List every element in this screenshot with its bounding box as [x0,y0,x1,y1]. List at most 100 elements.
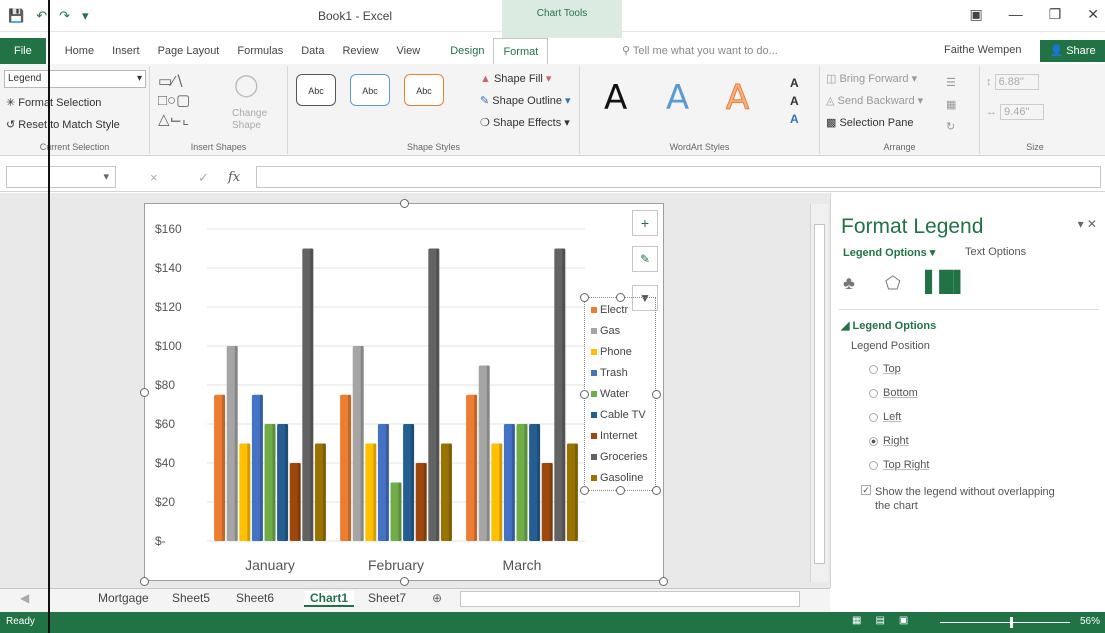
legend-item[interactable]: Cable TV [591,409,646,421]
shapes-gallery[interactable]: ▭⁄∖ □○▢ △⌙⌞ [158,72,190,129]
sheet-tab-mortgage[interactable]: Mortgage [98,591,149,605]
scroll-thumb[interactable] [814,224,825,564]
legend-options-icon[interactable]: ▌█▌ [925,271,968,294]
legend-position-radio-top-right[interactable]: Top Right [869,459,929,471]
legend-handle-bottom-left[interactable] [580,486,589,495]
cancel-icon[interactable]: × [150,170,158,185]
chart-elements-button[interactable]: + [632,210,658,236]
shape-style-3[interactable]: Abc [404,74,444,106]
legend-handle-left[interactable] [580,390,589,399]
legend-position-radio-left[interactable]: Left [869,411,901,423]
tell-me-box[interactable]: ⚲ Tell me what you want to do... [622,44,778,57]
legend-item[interactable]: Trash [591,367,628,379]
resize-handle-bottom[interactable] [400,577,409,586]
shape-width-field[interactable]: ↔ 9.46" [986,104,1045,120]
sheet-tab-chart1[interactable]: Chart1 [304,591,355,607]
change-shape-label[interactable]: Change Shape [232,108,282,132]
tab-text-options[interactable]: Text Options [965,246,1026,258]
resize-handle-bottom-left[interactable] [140,577,149,586]
redo-icon[interactable]: ↷ [59,8,70,24]
legend-handle-bottom[interactable] [616,486,625,495]
tab-insert[interactable]: Insert [103,38,149,64]
text-fill-outline-effects[interactable]: AAA [790,74,799,128]
legend-item[interactable]: Phone [591,346,632,358]
shape-fill-button[interactable]: ▲ Shape Fill ▾ [480,72,551,85]
share-button[interactable]: 👤 Share [1040,40,1105,62]
sheet-tab-sheet6[interactable]: Sheet6 [236,591,274,605]
legend-handle-top-left[interactable] [580,293,589,302]
align-group-rotate-icons[interactable]: ☰ ▦ ↻ [946,72,956,138]
change-shape-icon[interactable]: ◯ [234,72,266,98]
customize-qat-icon[interactable]: ▾ [82,8,89,24]
send-backward-button[interactable]: ◬ Send Backward ▾ [826,94,923,107]
legend-item[interactable]: Gasoline [591,472,643,484]
selection-pane-button[interactable]: ▩ Selection Pane [826,116,913,129]
chart-elements-dropdown[interactable]: Legend ▾ [4,70,146,88]
tab-design[interactable]: Design [441,38,493,64]
enter-icon[interactable]: ✓ [198,170,209,186]
format-selection-button[interactable]: ✳ Format Selection [6,96,101,109]
chart-legend[interactable]: Electr Gas Phone Trash Water Cable TV Internet… [584,297,656,491]
section-legend-options[interactable]: ◢ Legend Options [841,319,936,332]
zoom-slider[interactable] [940,622,1070,623]
close-icon[interactable]: ✕ [1087,6,1099,23]
shape-outline-button[interactable]: ✎ Shape Outline ▾ [480,94,571,107]
effects-pentagon-icon[interactable]: ⬠ [885,273,901,294]
user-name[interactable]: Faithe Wempen [944,44,1021,56]
insert-function-icon[interactable]: fx [228,170,240,185]
formula-input[interactable] [256,166,1101,188]
scroll-tabs-left-icon[interactable]: ◀ [20,591,29,605]
tab-data[interactable]: Data [292,38,333,64]
tab-format[interactable]: Format [493,38,549,64]
shape-style-2[interactable]: Abc [350,74,390,106]
zoom-slider-thumb[interactable] [1010,617,1013,628]
chart-styles-button[interactable]: ✎ [632,246,658,272]
view-buttons[interactable]: ▦▤▣ [852,615,922,626]
save-icon[interactable]: 💾 [8,8,24,24]
legend-item[interactable]: Gas [591,325,620,337]
legend-position-radio-right[interactable]: Right [869,435,909,447]
tab-page-layout[interactable]: Page Layout [149,38,229,64]
tab-review[interactable]: Review [333,38,387,64]
tab-formulas[interactable]: Formulas [228,38,292,64]
horizontal-scrollbar[interactable] [460,591,800,607]
resize-handle-bottom-right[interactable] [659,577,668,586]
restore-icon[interactable]: ❐ [1049,6,1062,23]
sheet-tab-sheet5[interactable]: Sheet5 [172,591,210,605]
legend-handle-top[interactable] [616,293,625,302]
shape-effects-button[interactable]: ❍ Shape Effects ▾ [480,116,570,129]
wordart-style-3[interactable]: A [725,78,749,119]
legend-item[interactable]: Water [591,388,629,400]
minimize-icon[interactable]: — [1009,6,1023,23]
wordart-style-2[interactable]: A [666,78,689,118]
tab-home[interactable]: Home [56,38,103,64]
bring-forward-button[interactable]: ◫ Bring Forward ▾ [826,72,917,85]
legend-item[interactable]: Internet [591,430,637,442]
no-overlap-checkbox[interactable]: ✓ Show the legend without overlapping the… [861,485,1081,513]
legend-handle-bottom-right[interactable] [652,486,661,495]
sheet-tab-sheet7[interactable]: Sheet7 [368,591,406,605]
resize-handle-top[interactable] [400,199,409,208]
legend-item[interactable]: Electr [591,304,628,316]
shape-style-1[interactable]: Abc [296,74,336,106]
vertical-scrollbar[interactable] [810,204,828,582]
wordart-style-1[interactable]: A [604,78,627,118]
tab-legend-options[interactable]: Legend Options ▾ [843,246,935,259]
radio-dot-icon [869,388,878,398]
ribbon-display-icon[interactable]: ▣ [969,6,982,23]
zoom-level[interactable]: 56% [1080,616,1100,627]
reset-to-match-style-button[interactable]: ↺ Reset to Match Style [6,118,120,131]
name-box[interactable]: ▾ [6,166,116,188]
fill-line-icon[interactable]: ♣ [843,273,855,294]
tab-view[interactable]: View [388,38,430,64]
pane-close-icon[interactable]: ▾ ✕ [1078,217,1097,231]
legend-position-radio-top[interactable]: Top [869,363,901,375]
legend-position-radio-bottom[interactable]: Bottom [869,387,918,399]
add-sheet-icon[interactable]: ⊕ [432,591,442,605]
legend-item[interactable]: Groceries [591,451,648,463]
undo-icon[interactable]: ↶ [36,8,47,24]
resize-handle-left[interactable] [140,388,149,397]
shape-height-field[interactable]: ↕ 6.88" [986,74,1039,90]
legend-handle-right[interactable] [652,390,661,399]
tab-file[interactable]: File [0,38,46,64]
